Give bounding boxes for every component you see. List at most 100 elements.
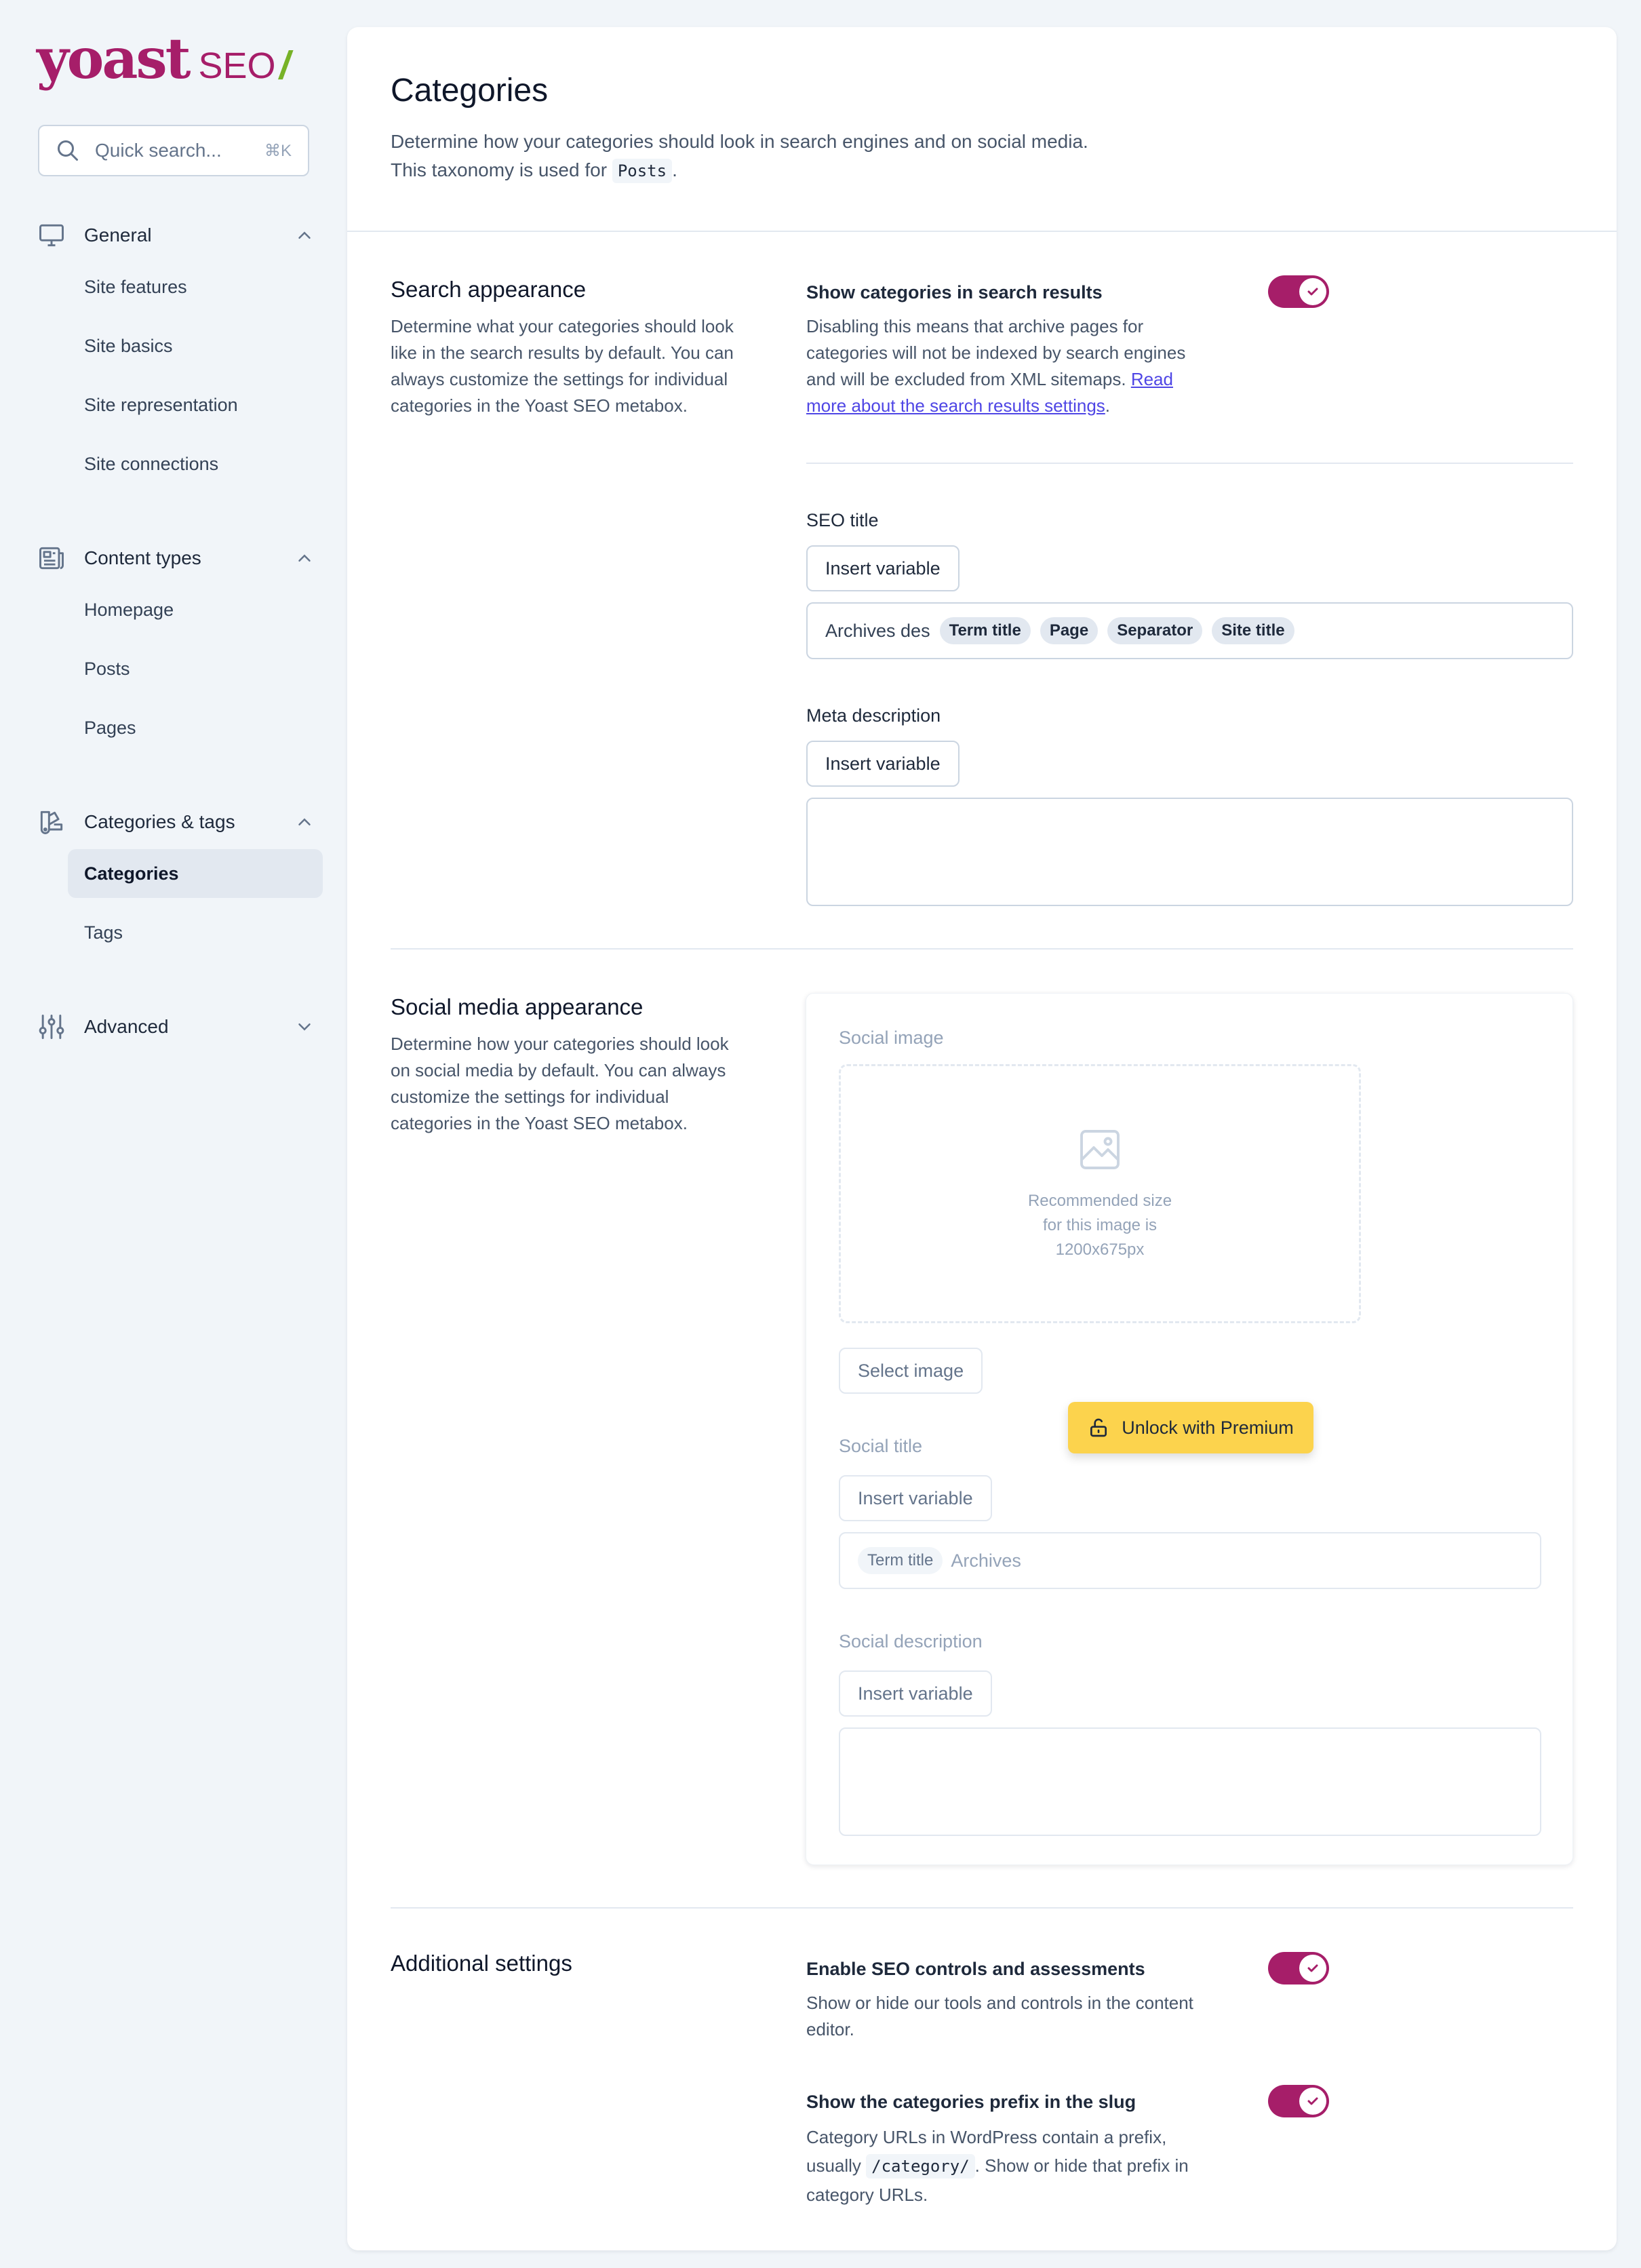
social-description-insert-variable-button: Insert variable (839, 1670, 992, 1717)
section-divider (391, 948, 1573, 950)
nav-header-content-types[interactable]: Content types (37, 541, 315, 575)
nav-group-general: General Site features Site basics Site r… (37, 218, 315, 488)
nav-header-advanced[interactable]: Advanced (37, 1010, 315, 1044)
lock-open-icon (1090, 1418, 1107, 1437)
social-image-label: Social image (839, 1028, 944, 1048)
category-prefix-code: /category/ (866, 2154, 975, 2178)
seo-title-label: SEO title (806, 510, 879, 530)
social-title-text: Archives (951, 1550, 1021, 1571)
search-shortcut: ⌘K (264, 141, 292, 160)
sidebar-item-site-features[interactable]: Site features (68, 262, 323, 311)
nav-group-advanced: Advanced (37, 1010, 315, 1044)
sidebar-item-posts[interactable]: Posts (68, 644, 323, 693)
nav-group-content-types: Content types Homepage Posts Pages (37, 541, 315, 752)
social-title-insert-variable-button: Insert variable (839, 1475, 992, 1521)
help-end: . (1105, 395, 1111, 416)
seo-controls-toggle[interactable] (1268, 1952, 1329, 1984)
category-prefix-label: Show the categories prefix in the slug (806, 2092, 1136, 2112)
seo-title-insert-variable-button[interactable]: Insert variable (806, 545, 960, 591)
seo-title-text: Archives des (825, 620, 930, 641)
variable-pill-term-title[interactable]: Term title (939, 617, 1031, 644)
check-icon (1307, 288, 1318, 296)
select-image-button: Select image (839, 1348, 983, 1394)
adjustments-icon (39, 1015, 64, 1039)
sidebar-item-site-connections[interactable]: Site connections (68, 439, 323, 488)
field-divider (806, 463, 1573, 464)
show-in-search-toggle[interactable] (1268, 275, 1329, 308)
chevron-down-icon (298, 1023, 311, 1031)
unlock-premium-button[interactable]: Unlock with Premium (1068, 1402, 1313, 1453)
settings-card: Categories Determine how your categories… (347, 27, 1617, 2250)
nav-label-content-types: Content types (84, 547, 201, 568)
toggle-knob (1299, 2088, 1326, 2115)
image-placeholder-icon (1080, 1130, 1120, 1169)
color-swatch-icon (40, 810, 63, 834)
seo-controls-help: Show or hide our tools and controls in t… (806, 1993, 1193, 2039)
logo-slash: / (275, 43, 295, 87)
seo-title-input[interactable]: Archives des Term title Page Separator S… (806, 602, 1573, 659)
nav-group-categories-tags: Categories & tags Categories Tags (37, 805, 323, 957)
variable-pill-page[interactable]: Page (1040, 617, 1099, 644)
recommended-size-line2: for this image is (1042, 1216, 1158, 1234)
desc-suffix: . (672, 159, 677, 180)
social-appearance-title: Social media appearance (391, 994, 644, 1019)
prefix-help-line3: category URLs. (806, 2185, 928, 2205)
nav-header-general[interactable]: General (37, 218, 315, 252)
social-appearance-description: Determine how your categories should loo… (391, 1034, 729, 1133)
show-in-search-label: Show categories in search results (806, 282, 1103, 302)
chevron-up-icon (298, 554, 311, 562)
taxonomy-post-type-code: Posts (612, 159, 673, 183)
sidebar-item-site-basics[interactable]: Site basics (68, 321, 323, 370)
newspaper-icon (39, 547, 64, 570)
nav-header-categories-tags[interactable]: Categories & tags (37, 805, 315, 839)
monitor-icon (39, 224, 64, 247)
sidebar-item-categories[interactable]: Categories (68, 849, 323, 898)
meta-description-label: Meta description (806, 705, 941, 726)
page-description: Determine how your categories should loo… (391, 128, 1088, 185)
logo-product: SEO (198, 45, 276, 86)
yoast-seo-logo[interactable]: yoast SEO / (37, 26, 295, 92)
category-prefix-help: Category URLs in WordPress contain a pre… (806, 2123, 1254, 2209)
section-divider (391, 1907, 1573, 1909)
page-title: Categories (391, 73, 549, 109)
seo-controls-label: Enable SEO controls and assessments (806, 1959, 1145, 1979)
prefix-help-rest: . Show or hide that prefix in (974, 2155, 1189, 2176)
recommended-size-line3: 1200x675px (1055, 1240, 1145, 1259)
recommended-size-line1: Recommended size (1027, 1192, 1172, 1210)
social-image-dropzone: Recommended size for this image is 1200x… (839, 1064, 1361, 1323)
sidebar-item-site-representation[interactable]: Site representation (68, 380, 323, 429)
variable-pill-term-title: Term title (858, 1547, 943, 1574)
sidebar: yoast SEO / Quick search... ⌘K General S… (0, 0, 339, 2268)
search-placeholder: Quick search... (95, 140, 222, 161)
nav-label-categories-tags: Categories & tags (84, 811, 235, 832)
category-prefix-toggle[interactable] (1268, 2085, 1329, 2117)
search-appearance-description: Determine what your categories should lo… (391, 316, 734, 416)
logo-wordmark: yoast (37, 26, 191, 92)
meta-description-insert-variable-button[interactable]: Insert variable (806, 741, 960, 787)
prefix-help-line2: usually /category/. Show or hide that pr… (806, 2151, 1254, 2181)
chevron-up-icon (298, 818, 311, 825)
show-in-search-help: Disabling this means that archive pages … (806, 313, 1213, 419)
help-text: Disabling this means that archive pages … (806, 316, 1186, 389)
search-icon (58, 140, 78, 161)
toggle-knob (1299, 278, 1326, 305)
sidebar-item-tags[interactable]: Tags (68, 908, 323, 957)
page-description-line1: Determine how your categories should loo… (391, 131, 1088, 152)
sidebar-item-pages[interactable]: Pages (68, 703, 323, 752)
page-description-line2: This taxonomy is used for Posts. (391, 156, 1088, 185)
additional-settings-title: Additional settings (391, 1951, 572, 1976)
prefix-help-line1: Category URLs in WordPress contain a pre… (806, 2127, 1167, 2147)
prefix-help-usually: usually (806, 2155, 867, 2176)
nav-label-general: General (84, 224, 152, 246)
nav-label-advanced: Advanced (84, 1016, 169, 1037)
toggle-knob (1299, 1955, 1326, 1982)
social-description-input (839, 1727, 1541, 1836)
header-divider (347, 231, 1617, 232)
variable-pill-site-title[interactable]: Site title (1212, 617, 1294, 644)
premium-social-panel: Social image Recommended size for this i… (806, 993, 1573, 1865)
social-title-input: Term title Archives (839, 1532, 1541, 1589)
meta-description-input[interactable] (806, 798, 1573, 906)
variable-pill-separator[interactable]: Separator (1107, 617, 1203, 644)
sidebar-item-homepage[interactable]: Homepage (68, 585, 323, 634)
quick-search-input[interactable]: Quick search... ⌘K (38, 125, 309, 176)
